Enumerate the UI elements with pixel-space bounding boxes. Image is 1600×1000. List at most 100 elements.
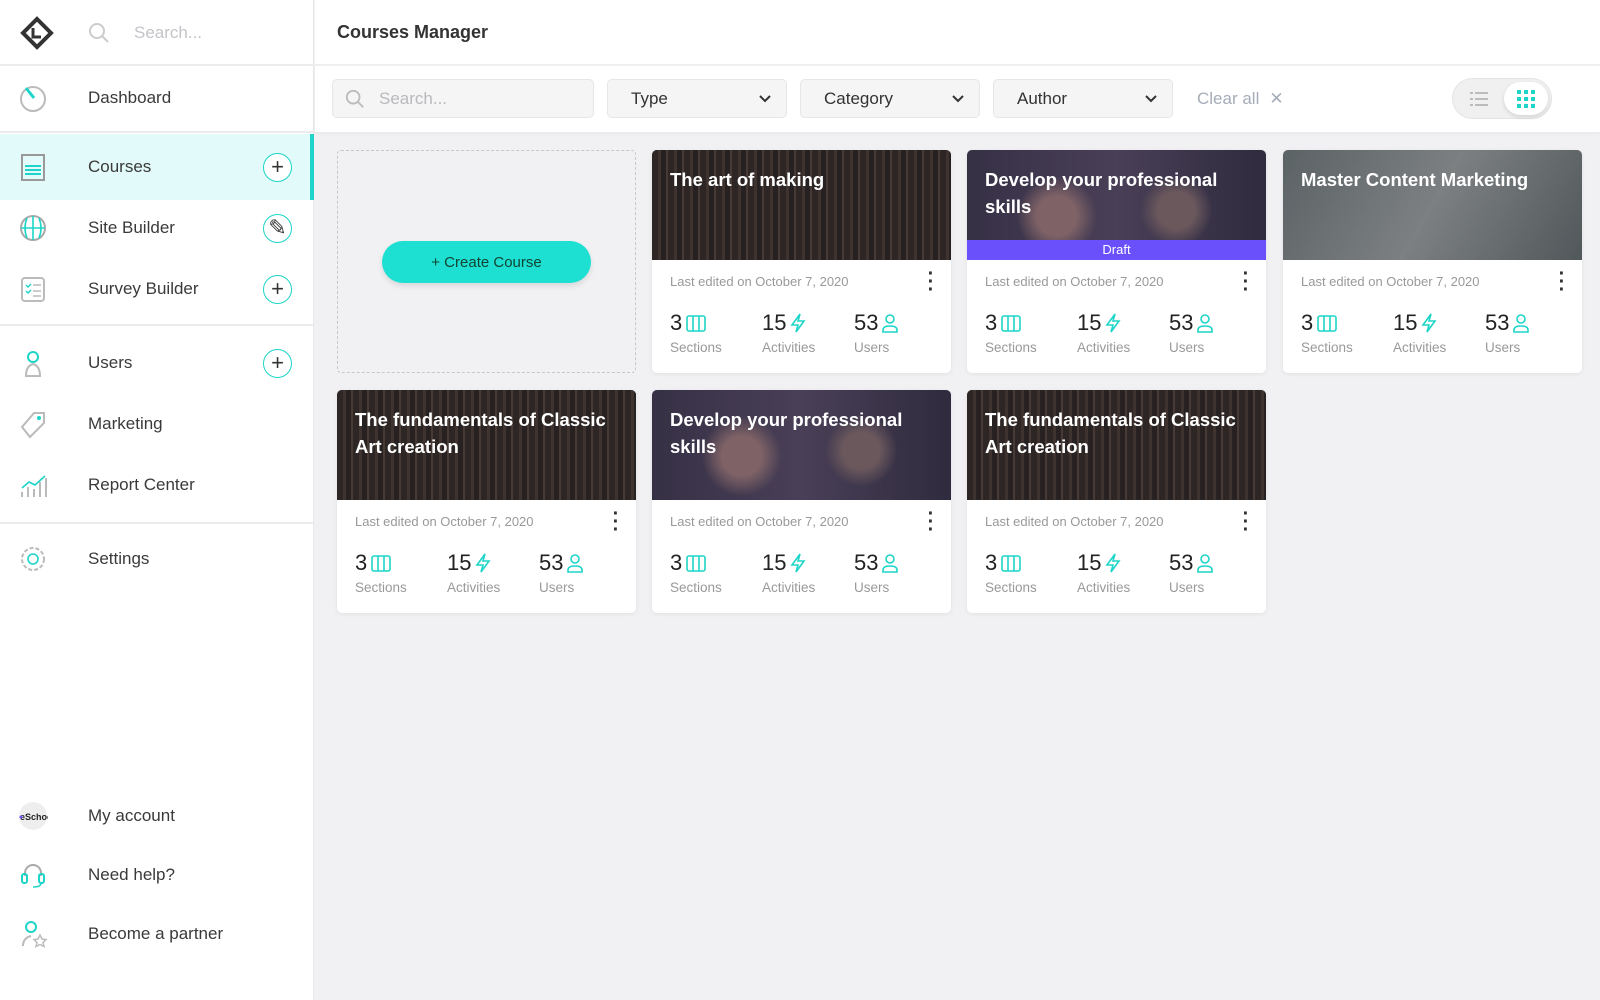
more-options-icon[interactable]: · · · bbox=[1242, 264, 1250, 300]
list-view-button[interactable] bbox=[1457, 82, 1501, 115]
sidebar-item-site-builder[interactable]: Site Builder ✎ bbox=[0, 195, 314, 261]
chevron-down-icon bbox=[952, 95, 964, 103]
courses-icon bbox=[21, 154, 45, 181]
users-label: Users bbox=[854, 580, 890, 595]
course-title: Develop your professional skills bbox=[670, 409, 903, 457]
sidebar-item-my-account[interactable]: eSchoo My account bbox=[0, 783, 314, 849]
clear-all-button[interactable]: Clear all ✕ bbox=[1197, 89, 1284, 109]
users-count: 53 bbox=[1485, 310, 1510, 335]
lightning-icon bbox=[475, 553, 492, 573]
logo-icon[interactable] bbox=[20, 16, 54, 50]
view-toggle[interactable] bbox=[1452, 78, 1552, 119]
activities-stat: 15 Activities bbox=[762, 310, 815, 355]
last-edited: Last edited on October 7, 2020 bbox=[670, 514, 849, 529]
sidebar-item-courses[interactable]: Courses + bbox=[0, 134, 314, 200]
sidebar-item-dashboard[interactable]: Dashboard bbox=[0, 65, 314, 131]
survey-icon bbox=[21, 277, 45, 302]
sidebar-item-settings[interactable]: Settings bbox=[0, 526, 314, 592]
grid-view-button[interactable] bbox=[1504, 82, 1548, 115]
user-icon bbox=[1197, 554, 1214, 573]
more-options-icon[interactable]: · · · bbox=[612, 504, 620, 540]
sidebar-search[interactable]: Search... bbox=[88, 22, 202, 44]
sidebar-item-become-a-partner[interactable]: Become a partner bbox=[0, 901, 314, 967]
user-icon bbox=[882, 314, 899, 333]
sidebar-item-users[interactable]: Users + bbox=[0, 330, 314, 396]
sections-label: Sections bbox=[670, 340, 722, 355]
sidebar-item-need-help[interactable]: Need help? bbox=[0, 842, 314, 908]
sidebar-item-report-center[interactable]: Report Center bbox=[0, 452, 314, 518]
sidebar-item-survey-builder[interactable]: Survey Builder + bbox=[0, 256, 314, 322]
sections-count: 3 bbox=[670, 310, 683, 335]
edit-site-builder-button[interactable]: ✎ bbox=[263, 213, 292, 243]
chart-icon bbox=[21, 475, 47, 497]
course-title: Master Content Marketing bbox=[1301, 169, 1529, 190]
plus-icon: + bbox=[271, 154, 284, 179]
top-bar: Courses Manager bbox=[315, 0, 1600, 65]
type-dropdown[interactable]: Type bbox=[607, 79, 787, 118]
more-options-icon[interactable]: · · · bbox=[927, 504, 935, 540]
last-edited: Last edited on October 7, 2020 bbox=[1301, 274, 1480, 289]
sections-count: 3 bbox=[985, 550, 998, 575]
course-card[interactable]: Master Content Marketing Last edited on … bbox=[1283, 150, 1582, 373]
more-options-icon[interactable]: · · · bbox=[1242, 504, 1250, 540]
filter-bar: Search... Type Category Author Clear all… bbox=[315, 66, 1600, 132]
course-title: The fundamentals of Classic Art creation bbox=[355, 409, 606, 457]
sections-stat: 3 Sections bbox=[670, 310, 722, 355]
course-card[interactable]: The fundamentals of Classic Art creation… bbox=[967, 390, 1266, 613]
users-stat: 53 Users bbox=[539, 550, 584, 595]
user-icon bbox=[1197, 314, 1214, 333]
users-stat: 53 Users bbox=[1169, 550, 1214, 595]
draft-badge: Draft bbox=[967, 240, 1266, 260]
lightning-icon bbox=[1105, 313, 1122, 333]
course-card[interactable]: The art of making Last edited on October… bbox=[652, 150, 951, 373]
sections-count: 3 bbox=[355, 550, 368, 575]
search-icon bbox=[345, 89, 364, 108]
create-course-button[interactable]: + Create Course bbox=[382, 241, 591, 283]
divider bbox=[0, 324, 314, 326]
close-icon: ✕ bbox=[1269, 89, 1284, 108]
category-dropdown[interactable]: Category bbox=[800, 79, 980, 118]
users-stat: 53 Users bbox=[854, 310, 899, 355]
more-options-icon[interactable]: · · · bbox=[1558, 264, 1566, 300]
create-course-tile: + Create Course bbox=[337, 150, 636, 373]
course-card[interactable]: The fundamentals of Classic Art creation… bbox=[337, 390, 636, 613]
sidebar-item-label: Settings bbox=[88, 549, 150, 568]
more-options-icon[interactable]: · · · bbox=[927, 264, 935, 300]
sidebar-item-marketing[interactable]: Marketing bbox=[0, 391, 314, 457]
plus-icon: + bbox=[271, 350, 284, 375]
page-title: Courses Manager bbox=[337, 22, 489, 42]
author-dropdown[interactable]: Author bbox=[993, 79, 1173, 118]
type-label: Type bbox=[631, 88, 668, 108]
sections-label: Sections bbox=[985, 580, 1037, 595]
sidebar-search-placeholder: Search... bbox=[134, 23, 203, 42]
activities-count: 15 bbox=[762, 550, 787, 575]
add-courses-button[interactable]: + bbox=[263, 152, 292, 182]
course-title: Develop your professional skills bbox=[985, 169, 1218, 217]
sections-icon bbox=[371, 554, 392, 572]
lightning-icon bbox=[790, 313, 807, 333]
lightning-icon bbox=[1421, 313, 1438, 333]
users-label: Users bbox=[1169, 340, 1205, 355]
tag-icon bbox=[20, 412, 45, 439]
course-card[interactable]: Develop your professional skills Draft L… bbox=[967, 150, 1266, 373]
sections-label: Sections bbox=[355, 580, 407, 595]
sections-label: Sections bbox=[1301, 340, 1353, 355]
search-placeholder: Search... bbox=[379, 88, 448, 108]
activities-label: Activities bbox=[762, 580, 816, 595]
course-card[interactable]: Develop your professional skills Last ed… bbox=[652, 390, 951, 613]
add-survey-builder-button[interactable]: + bbox=[263, 274, 292, 304]
list-icon bbox=[1470, 91, 1488, 106]
author-label: Author bbox=[1017, 88, 1068, 108]
sections-icon bbox=[686, 314, 707, 332]
sections-icon bbox=[1317, 314, 1338, 332]
gear-icon bbox=[21, 547, 45, 571]
add-users-button[interactable]: + bbox=[263, 348, 292, 378]
users-label: Users bbox=[854, 340, 890, 355]
activities-label: Activities bbox=[1077, 580, 1131, 595]
sections-count: 3 bbox=[1301, 310, 1314, 335]
last-edited: Last edited on October 7, 2020 bbox=[670, 274, 849, 289]
search-input[interactable]: Search... bbox=[332, 79, 594, 118]
sections-icon bbox=[1001, 314, 1022, 332]
category-label: Category bbox=[824, 88, 893, 108]
sidebar-item-label: Dashboard bbox=[88, 88, 172, 107]
